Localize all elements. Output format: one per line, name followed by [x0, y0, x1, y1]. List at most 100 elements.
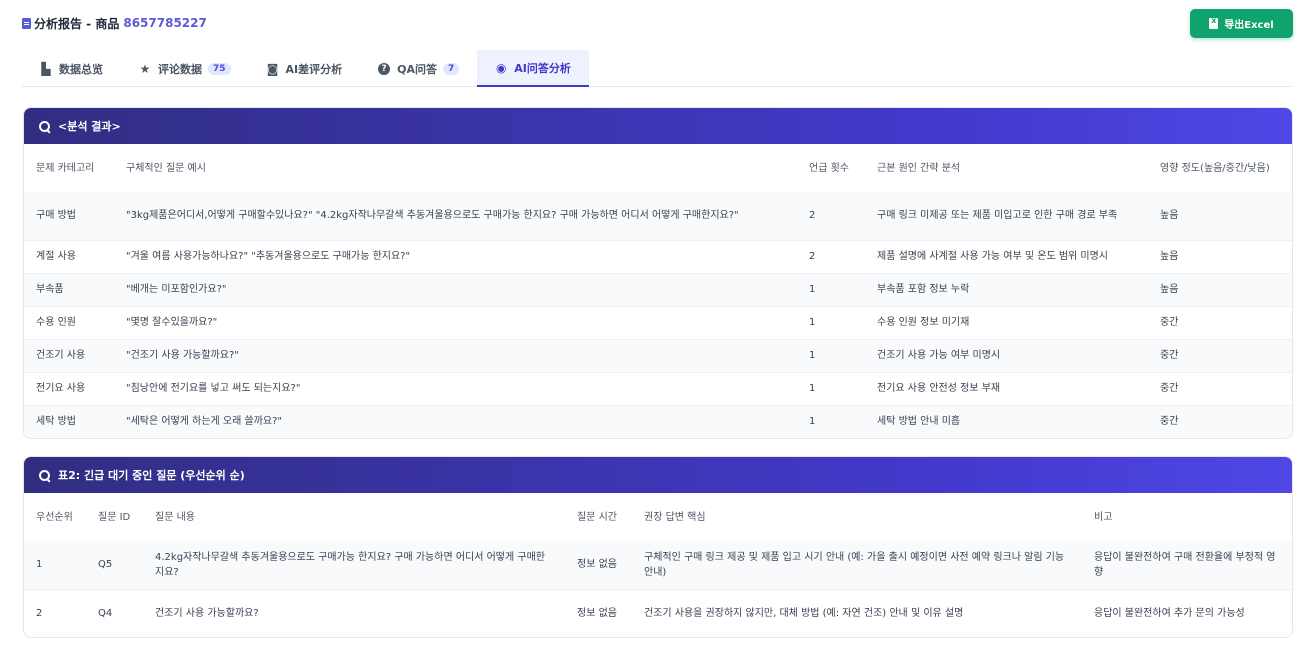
table-cell: 건조기 사용을 권장하지 않지만, 대체 방법 (예: 자연 건조) 안내 및 … — [644, 607, 964, 619]
urgent-questions-header: 표2: 긴급 대기 중인 질문 (우선순위 순) — [24, 457, 1292, 493]
robot-icon: ◙ — [266, 61, 279, 76]
table-row: 부속품 "베개는 미포함인가요?" 1 부속품 포함 정보 누락 높음 — [24, 273, 1292, 306]
table-cell: 부속품 — [36, 284, 64, 295]
tab-0[interactable]: ▙ 数据总览 — [22, 50, 121, 87]
product-id: 8657785227 — [123, 16, 207, 30]
table-cell: 건조기 사용 — [36, 350, 86, 361]
table-cell: 구체적인 구매 링크 제공 및 제품 입고 시기 안내 (예: 가을 출시 예정… — [644, 551, 1065, 578]
brain-icon: ◉ — [496, 60, 507, 75]
table-cell: 중간 — [1160, 317, 1179, 328]
tab-label: 评论数据 — [158, 62, 202, 76]
tab-bar: ▙ 数据总览 ★ 评论数据 75 ◙ AI差评分析? QA问答 7 ◉ AI问答分析 — [22, 50, 1292, 87]
tab-label: AI问答分析 — [514, 61, 571, 75]
table-row: 2 Q4 건조기 사용 가능할까요? 정보 없음 건조기 사용을 권장하지 않지만, 대… — [24, 589, 1292, 637]
table-cell: "침낭안에 전기요를 넣고 써도 되는지요?" — [126, 383, 301, 394]
table-row: 1 Q5 4.2kg자작나무갈색 추동겨울용으로도 구매가능 한지요? 구매 가능하… — [24, 541, 1292, 589]
tab-label: AI差评分析 — [285, 62, 343, 76]
table-cell: 4.2kg자작나무갈색 추동겨울용으로도 구매가능 한지요? 구매 가능하면 어… — [155, 551, 545, 578]
urgent-questions-title: 표2: 긴급 대기 중인 질문 (우선순위 순) — [58, 469, 245, 482]
table-cell: "몇명 잘수있을까요?" — [126, 317, 218, 328]
table-cell: "세탁은 어떻게 하는게 오래 쓸까요?" — [126, 416, 283, 428]
search-icon — [39, 120, 50, 132]
table-cell: 중간 — [1160, 416, 1179, 428]
table-cell: 응답이 불완전하여 구매 전환율에 부정적 영향 — [1094, 551, 1276, 578]
table-cell: 2 — [809, 210, 816, 222]
table-cell: 높음 — [1160, 251, 1179, 262]
column-header: 질문 내용 — [155, 511, 195, 523]
count-badge: 7 — [443, 62, 460, 75]
table-cell: 부속품 포함 정보 누락 — [877, 284, 970, 295]
document-icon — [22, 17, 31, 29]
table-cell: 세탁 방법 안내 미흡 — [877, 416, 961, 428]
table-cell: 1 — [36, 559, 43, 571]
table-cell: 응답이 불완전하여 추가 문의 가능성 — [1094, 607, 1245, 619]
table-cell: 2 — [36, 607, 43, 619]
page-title: 分析报告 - 商品 — [34, 16, 120, 31]
table-cell: "3kg제품은어디서,어떻게 구매할수있나요?" "4.2kg자작나무갈색 추동… — [126, 210, 739, 222]
column-header: 문제 카테고리 — [36, 162, 95, 174]
table-cell: 정보 없음 — [577, 559, 617, 571]
table-cell: 세탁 방법 — [36, 416, 76, 428]
table-cell: 높음 — [1160, 284, 1179, 295]
tab-label: QA问答 — [397, 62, 438, 76]
column-header: 우선순위 — [36, 511, 73, 523]
export-excel-label: 导出Excel — [1224, 20, 1274, 31]
table-cell: 1 — [809, 383, 816, 394]
table-row: 수용 인원 "몇명 잘수있을까요?" 1 수용 인원 정보 미기재 중간 — [24, 306, 1292, 339]
table-cell: 1 — [809, 317, 816, 328]
column-header: 비고 — [1094, 511, 1113, 523]
question-icon: ? — [378, 62, 391, 75]
table-cell: 계절 사용 — [36, 251, 76, 262]
urgent-questions-card: 표2: 긴급 대기 중인 질문 (우선순위 순) 우선순위 질문 ID 질문 내용 질… — [23, 456, 1293, 638]
tab-1[interactable]: ★ 评论数据 75 — [121, 50, 249, 87]
column-header: 근본 원인 간략 분석 — [877, 162, 961, 174]
star-icon: ★ — [139, 61, 151, 76]
table-cell: 수용 인원 정보 미기재 — [877, 317, 970, 328]
tab-4[interactable]: ◉ AI问答分析 — [477, 50, 589, 87]
urgent-questions-table: 우선순위 질문 ID 질문 내용 질문 시간 권장 답변 핵심 비고 1 Q5 4.2kg자작나… — [24, 493, 1292, 637]
column-header: 질문 시간 — [577, 511, 617, 523]
column-header: 언급 횟수 — [809, 162, 849, 174]
table-cell: "겨울 여름 사용가능하나요?" "추동겨울용으로도 구매가능 한지요?" — [126, 251, 411, 262]
column-header: 권장 답변 핵심 — [644, 511, 706, 523]
column-header: 구체적인 질문 예시 — [126, 162, 206, 174]
table-header-row: 우선순위 질문 ID 질문 내용 질문 시간 권장 답변 핵심 비고 — [24, 493, 1292, 541]
report-header: 分析报告 - 商品 8657785227 — [22, 14, 207, 32]
tab-3[interactable]: ? QA问答 7 — [360, 50, 477, 87]
tab-2[interactable]: ◙ AI差评分析 — [249, 50, 361, 87]
table-row: 세탁 방법 "세탁은 어떻게 하는게 오래 쓸까요?" 1 세탁 방법 안내 미흡 중간 — [24, 405, 1292, 438]
table-cell: 구매 방법 — [36, 210, 76, 222]
table-header-row: 문제 카테고리 구체적인 질문 예시 언급 횟수 근본 원인 간략 분석 영향 정도(높… — [24, 144, 1292, 192]
table-cell: 구매 링크 미제공 또는 제품 미입고로 인한 구매 경로 부족 — [877, 210, 1118, 222]
table-cell: 중간 — [1160, 350, 1179, 361]
table-cell: 전기요 사용 안전성 정보 부재 — [877, 383, 1001, 394]
table-cell: 전기요 사용 — [36, 383, 86, 394]
column-header: 질문 ID — [98, 511, 131, 523]
table-cell: 건조기 사용 가능할까요? — [155, 607, 259, 619]
table-cell: 중간 — [1160, 383, 1179, 394]
table-row: 구매 방법 "3kg제품은어디서,어떻게 구매할수있나요?" "4.2kg자작나무… — [24, 192, 1292, 240]
analysis-result-card: <분석 결과> 문제 카테고리 구체적인 질문 예시 언급 횟수 근본 원인 간략 분… — [23, 107, 1293, 439]
table-cell: 1 — [809, 284, 816, 295]
column-header: 영향 정도(높음/중간/낮음) — [1160, 162, 1270, 174]
table-cell: 제품 설명에 사계절 사용 가능 여부 및 온도 범위 미명시 — [877, 251, 1109, 262]
table-row: 계절 사용 "겨울 여름 사용가능하나요?" "추동겨울용으로도 구매가능 한지요… — [24, 240, 1292, 273]
table-cell: 정보 없음 — [577, 607, 617, 619]
table-cell: 높음 — [1160, 210, 1179, 222]
bar-chart-icon: ▙ — [41, 61, 51, 76]
tab-label: 数据总览 — [59, 62, 103, 76]
table-row: 건조기 사용 "건조기 사용 가능할까요?" 1 건조기 사용 가능 여부 미명시 중간 — [24, 339, 1292, 372]
table-row: 전기요 사용 "침낭안에 전기요를 넣고 써도 되는지요?" 1 전기요 사용 안전성… — [24, 372, 1292, 405]
export-excel-button[interactable]: 导出Excel — [1190, 9, 1293, 38]
analysis-result-header: <분석 결과> — [24, 108, 1292, 144]
excel-file-icon — [1209, 16, 1219, 29]
search-icon — [39, 469, 50, 481]
table-cell: 1 — [809, 350, 816, 361]
count-badge: 75 — [208, 62, 231, 75]
analysis-result-table: 문제 카테고리 구체적인 질문 예시 언급 횟수 근본 원인 간략 분석 영향 정도(높… — [24, 144, 1292, 438]
table-cell: "건조기 사용 가능할까요?" — [126, 350, 239, 361]
table-cell: 1 — [809, 416, 816, 428]
table-cell: Q5 — [98, 559, 113, 571]
analysis-result-title: <분석 결과> — [58, 120, 121, 133]
table-cell: Q4 — [98, 607, 113, 619]
